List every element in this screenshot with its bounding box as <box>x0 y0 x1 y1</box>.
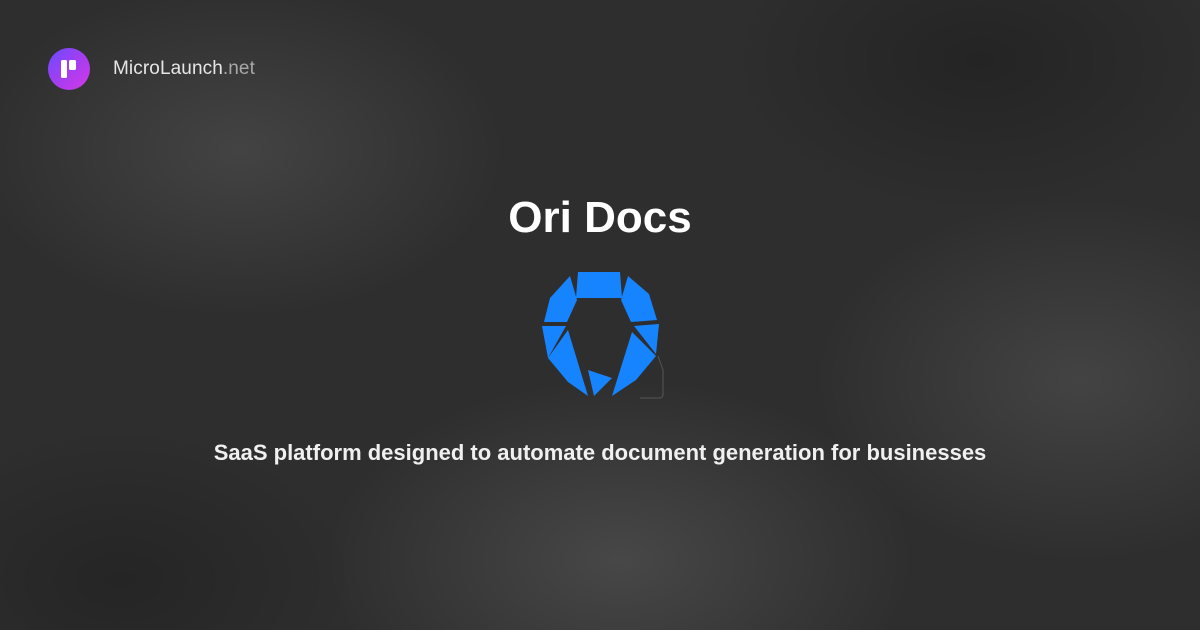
product-title: Ori Docs <box>508 193 692 242</box>
ori-docs-logo-icon <box>542 272 664 399</box>
brand-header[interactable]: MicroLaunch.net <box>48 48 255 90</box>
microlaunch-logo-icon <box>48 48 90 90</box>
product-tagline: SaaS platform designed to automate docum… <box>213 440 987 465</box>
brand-name: MicroLaunch.net <box>113 58 255 80</box>
brand-name-main: MicroLaunch <box>113 58 223 79</box>
brand-name-tld: .net <box>222 58 255 79</box>
